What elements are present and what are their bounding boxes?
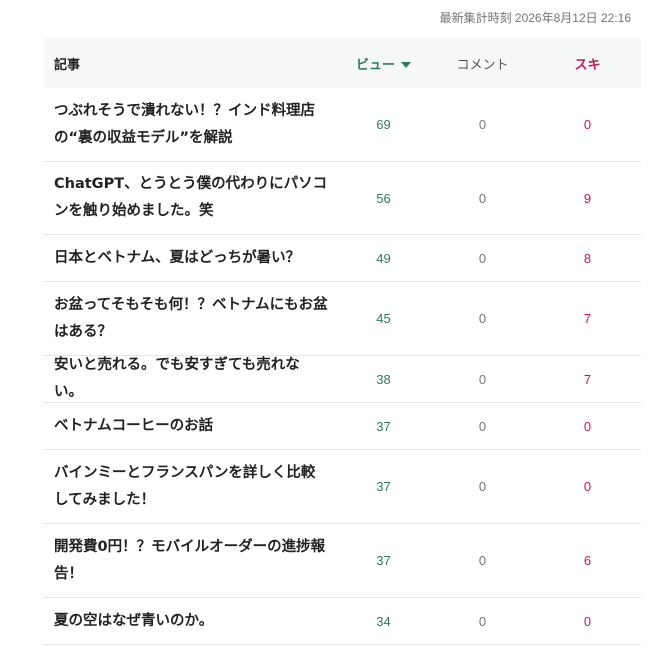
article-title-link[interactable]: つぶれそうで潰れない！？インド料理店の“裏の収益モデル”を解説 <box>44 98 336 152</box>
like-count: 7 <box>583 371 592 387</box>
last-updated-timestamp: 最新集計時刻 2026年8月12日 22:16 <box>439 11 631 25</box>
article-title-link[interactable]: 安いと売れる。でも安すぎても売れない。 <box>44 352 336 406</box>
like-count: 0 <box>583 117 592 132</box>
article-stats-table: 記事 ビュー コメント スキ つぶれそうで潰れない！？インド料理店の“裏の収益モ… <box>44 38 641 645</box>
table-row[interactable]: 日本とベトナム、夏はどっちが暑い？ 49 0 8 <box>44 235 641 282</box>
comment-count: 0 <box>478 311 487 326</box>
comment-count: 0 <box>478 418 487 434</box>
like-count: 8 <box>583 250 592 266</box>
view-count: 37 <box>376 553 391 568</box>
table-row[interactable]: ベトナムコーヒーのお話 37 0 0 <box>44 403 641 450</box>
comment-count: 0 <box>478 250 487 266</box>
like-count: 0 <box>583 479 592 494</box>
table-row[interactable]: 夏の空はなぜ青いのか。 34 0 0 <box>44 598 641 645</box>
article-title-link[interactable]: 日本とベトナム、夏はどっちが暑い？ <box>44 245 336 272</box>
comment-count: 0 <box>478 613 487 629</box>
header-article: 記事 <box>54 57 81 73</box>
table-header: 記事 ビュー コメント スキ <box>44 38 641 88</box>
table-row[interactable]: 安いと売れる。でも安すぎても売れない。 38 0 7 <box>44 356 641 403</box>
table-row[interactable]: 開発費0円！？モバイルオーダーの進捗報告！ 37 0 6 <box>44 524 641 598</box>
table-row[interactable]: つぶれそうで潰れない！？インド料理店の“裏の収益モデル”を解説 69 0 0 <box>44 88 641 162</box>
view-count: 56 <box>376 190 391 206</box>
header-comments[interactable]: コメント <box>431 54 534 73</box>
header-views-label: ビュー <box>355 57 395 73</box>
header-views-sort[interactable]: ビュー <box>336 54 431 73</box>
article-title-link[interactable]: 夏の空はなぜ青いのか。 <box>44 608 336 635</box>
view-count: 38 <box>376 371 391 387</box>
article-title-link[interactable]: お盆ってそもそも何！？ベトナムにもお盆はある？ <box>44 292 336 346</box>
comment-count: 0 <box>478 553 487 568</box>
comment-count: 0 <box>478 479 487 494</box>
view-count: 37 <box>376 418 391 434</box>
like-count: 0 <box>583 418 592 434</box>
view-count: 69 <box>376 117 391 132</box>
like-count: 7 <box>583 311 592 326</box>
article-title-link[interactable]: バインミーとフランスパンを詳しく比較してみました！ <box>44 460 336 514</box>
comment-count: 0 <box>478 117 487 132</box>
view-count: 49 <box>376 250 391 266</box>
like-count: 0 <box>583 613 592 629</box>
comment-count: 0 <box>478 190 487 206</box>
like-count: 6 <box>583 553 592 568</box>
table-row[interactable]: お盆ってそもそも何！？ベトナムにもお盆はある？ 45 0 7 <box>44 282 641 356</box>
article-title-link[interactable]: 開発費0円！？モバイルオーダーの進捗報告！ <box>44 534 336 588</box>
article-title-link[interactable]: ベトナムコーヒーのお話 <box>44 413 336 440</box>
like-count: 9 <box>583 190 592 206</box>
header-likes[interactable]: スキ <box>534 54 641 73</box>
triangle-down-icon <box>401 62 411 68</box>
table-row[interactable]: ChatGPT、とうとう僕の代わりにパソコンを触り始めました。笑 56 0 9 <box>44 162 641 235</box>
comment-count: 0 <box>478 371 487 387</box>
view-count: 34 <box>376 613 391 629</box>
article-title-link[interactable]: ChatGPT、とうとう僕の代わりにパソコンを触り始めました。笑 <box>44 171 336 225</box>
view-count: 45 <box>376 311 391 326</box>
table-row[interactable]: バインミーとフランスパンを詳しく比較してみました！ 37 0 0 <box>44 450 641 524</box>
view-count: 37 <box>376 479 391 494</box>
